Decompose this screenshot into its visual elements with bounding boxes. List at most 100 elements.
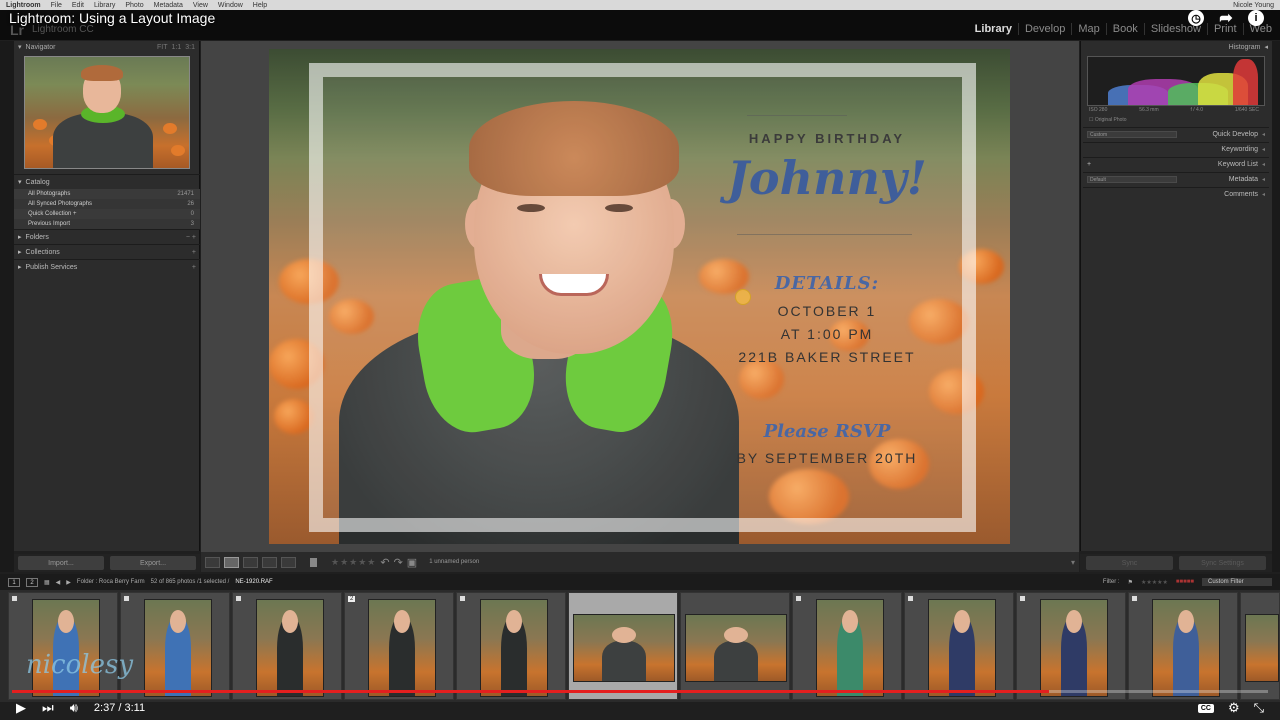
loupe-view-icon[interactable] — [224, 556, 239, 568]
secondary-window-1[interactable]: 1 — [8, 577, 20, 587]
menu-metadata[interactable]: Metadata — [154, 2, 183, 9]
right-panel-toggle[interactable] — [1272, 41, 1280, 572]
rotate-right-icon[interactable]: ↷ — [394, 556, 403, 569]
filter-stars-icon[interactable]: ★★★★★ — [1141, 579, 1168, 586]
video-title[interactable]: Lightroom: Using a Layout Image — [9, 10, 215, 26]
filmstrip-thumb[interactable] — [680, 592, 790, 700]
stack-count-badge[interactable]: 2 — [348, 596, 356, 602]
filmstrip-thumb[interactable] — [1240, 592, 1280, 700]
menu-edit[interactable]: Edit — [72, 2, 84, 9]
captions-icon[interactable]: CC — [1197, 703, 1214, 713]
filmstrip-thumb[interactable] — [456, 592, 566, 700]
custom-filter-select[interactable]: Custom Filter — [1202, 578, 1272, 586]
comments-header[interactable]: Comments ◂ — [1083, 187, 1269, 201]
filmstrip-thumb[interactable] — [1016, 592, 1126, 700]
face-region-icon[interactable]: ▣ — [407, 556, 417, 569]
compare-view-icon[interactable] — [243, 556, 258, 568]
selected-file-name[interactable]: NE-1920.RAF — [235, 579, 272, 585]
grid-icon[interactable]: ▦ — [44, 579, 50, 586]
collections-header[interactable]: ▸ Collections + — [14, 244, 200, 259]
filmstrip-thumb[interactable] — [8, 592, 118, 700]
sync-bar: Sync Sync Settings — [1080, 554, 1272, 572]
main-photo[interactable]: HAPPY BIRTHDAY Johnny! DETAILS: OCTOBER … — [269, 49, 1010, 544]
filmstrip-thumb[interactable] — [792, 592, 902, 700]
back-arrow-icon[interactable]: ◀ — [56, 579, 61, 586]
collections-add-icon[interactable]: + — [192, 249, 196, 256]
menu-library[interactable]: Library — [94, 2, 115, 9]
folders-add-icon[interactable]: − + — [186, 234, 196, 241]
fullscreen-exit-icon[interactable]: ⤡ — [1254, 700, 1264, 716]
publish-services-header[interactable]: ▸ Publish Services + — [14, 259, 200, 274]
menu-photo[interactable]: Photo — [125, 2, 143, 9]
navigator-header[interactable]: ▾ Navigator FIT 1:1 3:1 — [14, 41, 199, 53]
histogram-red — [1233, 59, 1258, 105]
publish-add-icon[interactable]: + — [192, 264, 196, 271]
filmstrip-thumb-selected[interactable] — [568, 592, 678, 700]
source-folder[interactable]: Folder : Roca Berry Farm — [77, 579, 145, 585]
module-map[interactable]: Map — [1072, 23, 1107, 35]
original-photo-checkbox[interactable]: ☐ Original Photo — [1089, 117, 1127, 123]
mac-user-name[interactable]: Nicole Young — [1233, 2, 1274, 9]
collapse-triangle-icon: ▾ — [18, 44, 22, 51]
survey-view-icon[interactable] — [262, 556, 277, 568]
forward-arrow-icon[interactable]: ▶ — [66, 579, 71, 586]
filmstrip-thumb[interactable]: 2 — [344, 592, 454, 700]
volume-icon[interactable]: 🔊︎ — [70, 700, 78, 716]
quick-develop-header[interactable]: Custom Quick Develop ◂ — [1083, 127, 1269, 141]
module-library[interactable]: Library — [969, 23, 1019, 35]
catalog-item-quick-collection[interactable]: Quick Collection + 0 — [14, 209, 200, 219]
metadata-preset-select[interactable]: Default — [1087, 176, 1177, 183]
histogram-header[interactable]: Histogram ◂ — [1081, 41, 1272, 53]
catalog-header[interactable]: ▾ Catalog — [14, 174, 200, 189]
menu-view[interactable]: View — [193, 2, 208, 9]
watch-later-icon[interactable]: ◷ — [1188, 10, 1204, 26]
sync-button[interactable]: Sync — [1086, 556, 1173, 570]
star-rating[interactable]: ★★★★★ — [331, 557, 376, 568]
next-icon[interactable]: ⏭ — [42, 700, 54, 716]
export-button[interactable]: Export... — [110, 556, 196, 570]
video-progress-bar[interactable] — [12, 690, 1268, 693]
people-view-icon[interactable] — [281, 556, 296, 568]
filmstrip-thumb[interactable] — [120, 592, 230, 700]
left-panel-toggle[interactable] — [0, 41, 14, 572]
play-icon[interactable]: ▶ — [16, 700, 26, 716]
nicolesy-watermark[interactable]: nicolesy — [26, 650, 133, 680]
menu-help[interactable]: Help — [253, 2, 267, 9]
keyword-list-header[interactable]: + Keyword List ◂ — [1083, 157, 1269, 171]
module-book[interactable]: Book — [1107, 23, 1145, 35]
module-develop[interactable]: Develop — [1019, 23, 1073, 35]
toolbar-menu-icon[interactable]: ▾ — [1071, 558, 1075, 567]
import-button[interactable]: Import... — [18, 556, 104, 570]
metadata-header[interactable]: Default Metadata ◂ — [1083, 172, 1269, 186]
sync-settings-button[interactable]: Sync Settings — [1179, 556, 1266, 570]
saved-preset-select[interactable]: Custom — [1087, 131, 1177, 138]
focal-length: 56.3 mm — [1139, 107, 1159, 113]
catalog-item-previous-import[interactable]: Previous Import 3 — [14, 219, 200, 229]
secondary-window-2[interactable]: 2 — [26, 577, 38, 587]
zoom-1-1[interactable]: 1:1 — [172, 44, 182, 51]
menu-window[interactable]: Window — [218, 2, 243, 9]
zoom-3-1[interactable]: 3:1 — [185, 44, 195, 51]
filter-color-labels[interactable]: ■■■■■ — [1176, 579, 1194, 585]
catalog-item-count: 0 — [190, 211, 194, 217]
filmstrip-thumb[interactable] — [232, 592, 342, 700]
filmstrip-thumb[interactable] — [904, 592, 1014, 700]
zoom-fit[interactable]: FIT — [157, 44, 168, 51]
filter-flag-icon[interactable]: ⚑ — [1128, 579, 1133, 586]
grid-view-icon[interactable] — [205, 556, 220, 568]
invite-details-heading: DETAILS: — [774, 273, 880, 294]
rotate-left-icon[interactable]: ↶ — [380, 556, 389, 569]
menu-file[interactable]: File — [51, 2, 62, 9]
share-icon[interactable]: ➦ — [1218, 10, 1234, 27]
keywording-header[interactable]: Keywording ◂ — [1083, 142, 1269, 156]
catalog-item-all-photographs[interactable]: All Photographs 21471 — [14, 189, 200, 199]
filmstrip-thumb[interactable] — [1128, 592, 1238, 700]
keyword-add-icon[interactable]: + — [1087, 161, 1091, 168]
flag-icon[interactable] — [310, 557, 317, 567]
navigator-preview[interactable] — [24, 56, 190, 169]
info-icon[interactable]: i — [1248, 10, 1264, 26]
catalog-item-synced[interactable]: All Synced Photographs 26 — [14, 199, 200, 209]
menu-lightroom[interactable]: Lightroom — [6, 2, 41, 9]
settings-gear-icon[interactable]: ⚙ — [1228, 700, 1240, 716]
folders-header[interactable]: ▸ Folders − + — [14, 229, 200, 244]
